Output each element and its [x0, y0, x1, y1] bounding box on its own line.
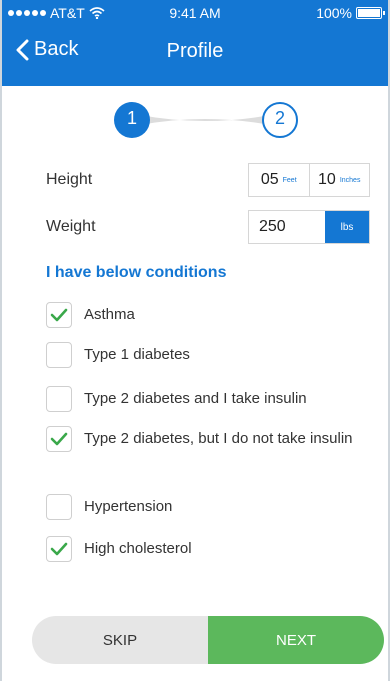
height-feet-value: 05 [260, 171, 279, 188]
step-2-indicator: 2 [274, 108, 285, 128]
checkbox[interactable] [46, 386, 72, 412]
checkbox[interactable] [46, 536, 72, 562]
weight-field[interactable]: 250 [249, 211, 325, 243]
checkbox[interactable] [46, 302, 72, 328]
back-button[interactable]: Back [14, 38, 78, 61]
weight-row: Weight 250 lbs [46, 210, 372, 244]
navigation-bar: Back Profile [2, 28, 388, 78]
weight-unit-button[interactable]: lbs [325, 211, 369, 243]
condition-label: Hypertension [84, 498, 173, 515]
battery-icon [356, 7, 385, 19]
next-button[interactable]: NEXT [208, 616, 384, 664]
checkbox[interactable] [46, 426, 72, 452]
checkmark-icon [50, 542, 68, 556]
checkbox[interactable] [46, 342, 72, 368]
progress-stepper: 1 2 [110, 100, 310, 140]
weight-label: Weight [46, 218, 96, 235]
height-row: Height 05 Feet 10 Inches [46, 163, 372, 197]
height-label: Height [46, 171, 93, 188]
condition-label: Type 2 diabetes, but I do not take insul… [84, 430, 353, 447]
back-label: Back [34, 38, 79, 60]
height-inches-field[interactable]: 10 Inches [308, 164, 370, 196]
condition-label: Asthma [84, 306, 135, 323]
conditions-title: I have below conditions [46, 264, 227, 281]
checkbox[interactable] [46, 494, 72, 520]
height-inches-unit: Inches [339, 176, 361, 184]
height-input-group: 05 Feet 10 Inches [248, 163, 370, 197]
condition-label: Type 1 diabetes [84, 346, 190, 363]
checkmark-icon [50, 308, 68, 322]
weight-input-group: 250 lbs [248, 210, 370, 244]
step-1-indicator: 1 [126, 108, 137, 128]
phone-screen: AT&T 9:41 AM 100% Back Profile 1 2 Heigh… [0, 0, 390, 681]
condition-label: High cholesterol [84, 540, 192, 557]
status-bar: AT&T 9:41 AM 100% [2, 0, 388, 24]
height-feet-unit: Feet [282, 176, 297, 184]
action-bar: SKIP NEXT [32, 616, 384, 664]
battery-label: 100% [316, 5, 352, 21]
battery-area: 100% [316, 5, 385, 21]
skip-button[interactable]: SKIP [32, 616, 208, 664]
chevron-left-icon [16, 39, 29, 60]
height-feet-field[interactable]: 05 Feet [249, 164, 309, 196]
checkmark-icon [50, 432, 68, 446]
top-bar: AT&T 9:41 AM 100% Back Profile [2, 0, 388, 86]
condition-label: Type 2 diabetes and I take insulin [84, 390, 307, 407]
height-inches-value: 10 [318, 171, 336, 188]
